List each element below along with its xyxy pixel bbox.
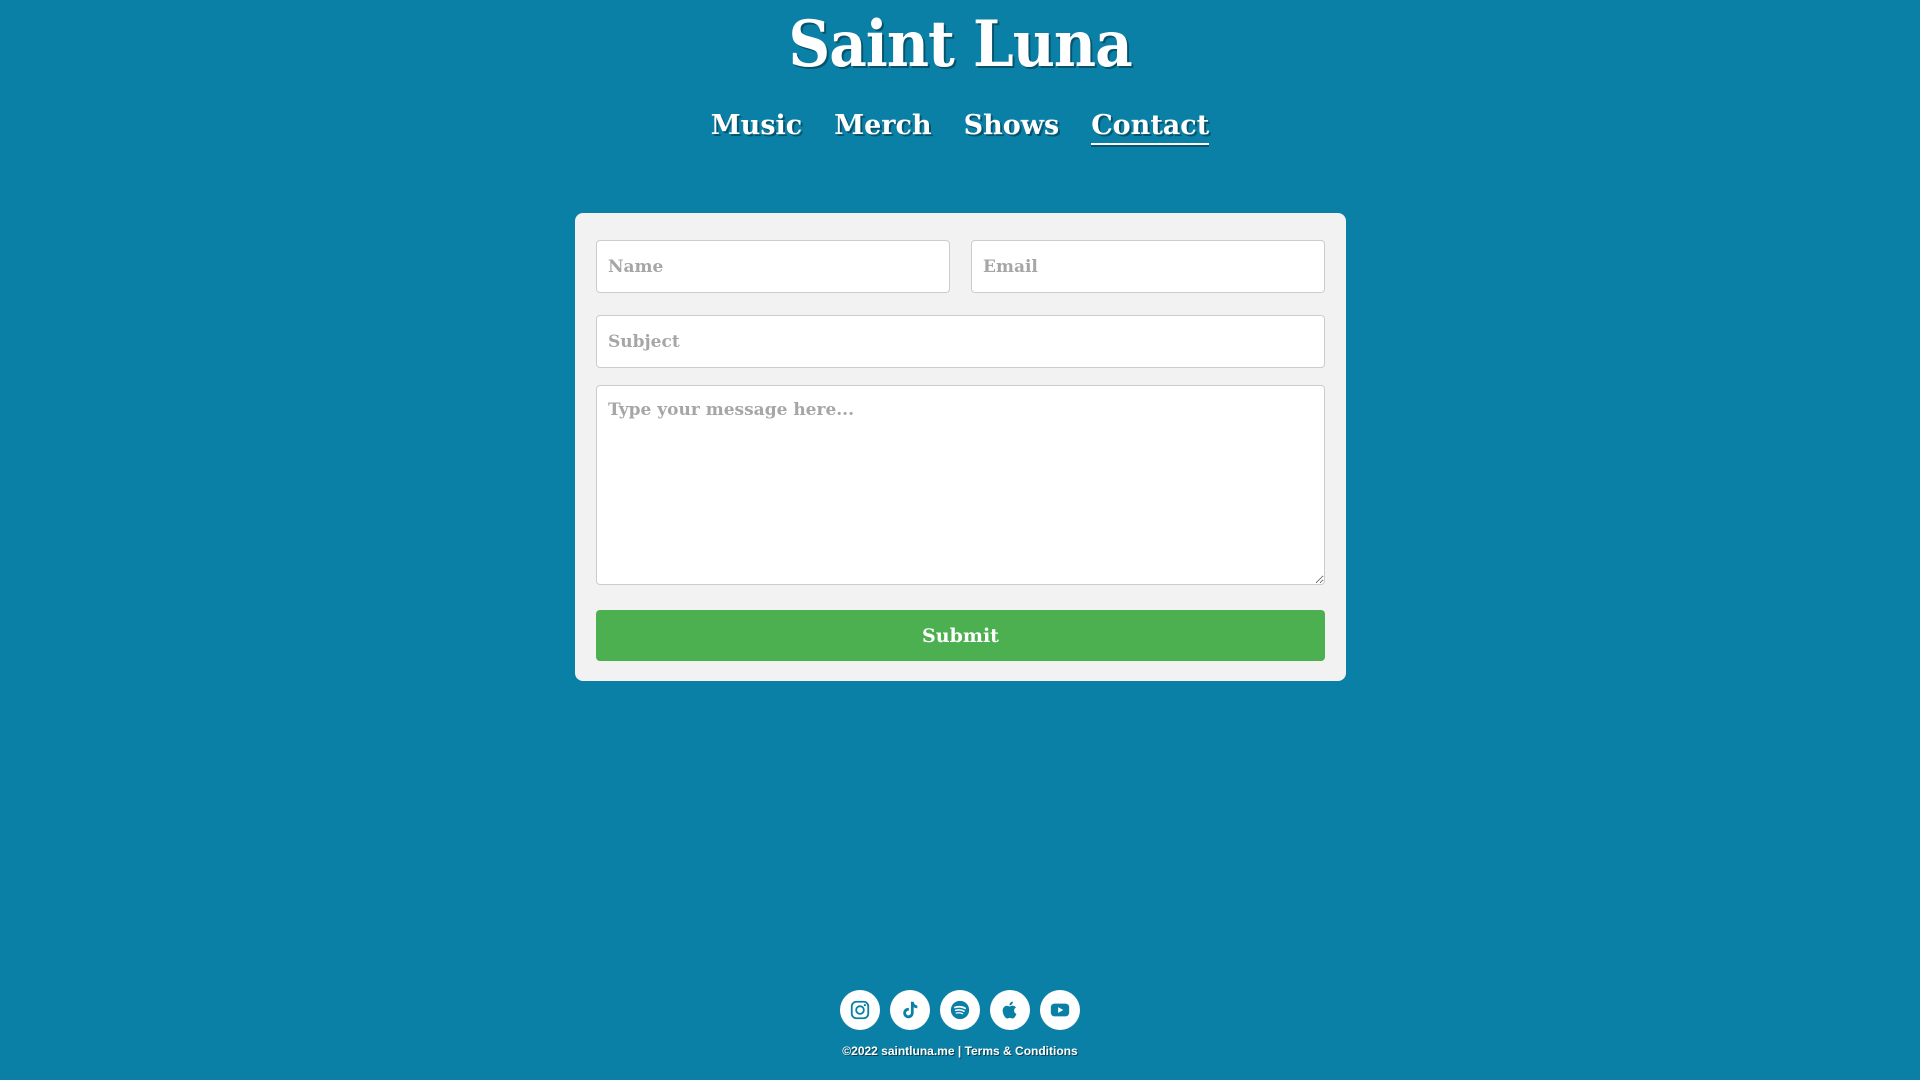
nav-item-shows[interactable]: Shows: [964, 110, 1060, 145]
tiktok-icon: [903, 1001, 918, 1019]
nav-item-merch[interactable]: Merch: [834, 110, 931, 145]
name-field[interactable]: [596, 240, 950, 293]
submit-button[interactable]: Submit: [596, 610, 1325, 661]
apple-icon: [1002, 1001, 1017, 1019]
nav-item-contact[interactable]: Contact: [1091, 110, 1210, 145]
email-field[interactable]: [971, 240, 1325, 293]
tiktok-link[interactable]: [890, 990, 930, 1030]
youtube-link[interactable]: [1040, 990, 1080, 1030]
footer-separator: |: [954, 1044, 965, 1058]
nav-item-music[interactable]: Music: [711, 110, 802, 145]
page: Saint Luna Music Merch Shows Contact Sub…: [0, 0, 1920, 1080]
apple-music-link[interactable]: [990, 990, 1030, 1030]
instagram-link[interactable]: [840, 990, 880, 1030]
social-links: [0, 990, 1920, 1030]
site-title[interactable]: Saint Luna: [0, 7, 1920, 82]
contact-form: Submit: [575, 213, 1346, 681]
instagram-icon: [850, 1000, 870, 1020]
subject-field[interactable]: [596, 315, 1325, 368]
spotify-icon: [950, 1000, 970, 1020]
terms-link[interactable]: Terms & Conditions: [965, 1044, 1078, 1058]
message-field[interactable]: [596, 385, 1325, 585]
copyright-text: ©2022 saintluna.me: [842, 1044, 955, 1058]
spotify-link[interactable]: [940, 990, 980, 1030]
main-nav: Music Merch Shows Contact: [0, 110, 1920, 145]
footer: ©2022 saintluna.me | Terms & Conditions: [0, 1044, 1920, 1058]
name-email-row: [596, 240, 1325, 293]
youtube-icon: [1050, 1003, 1070, 1017]
